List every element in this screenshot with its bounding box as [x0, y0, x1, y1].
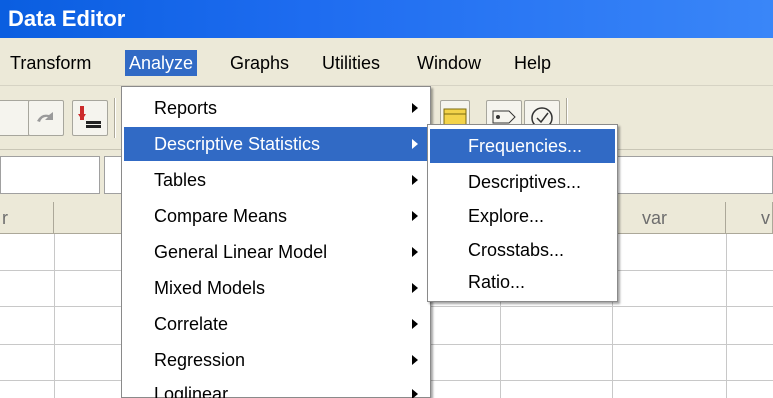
menu-item-label: General Linear Model [154, 242, 328, 262]
title-bar: Data Editor [0, 0, 773, 38]
goto-case-icon [78, 106, 101, 128]
menu-item-label: Reports [154, 98, 218, 118]
menu-item-label: Correlate [154, 314, 229, 334]
menu-item-descriptives[interactable]: Descriptives... [430, 165, 615, 199]
menu-item-compare-means[interactable]: Compare Means [124, 199, 428, 233]
redo-button[interactable] [28, 100, 64, 136]
window-title: Data Editor [8, 6, 126, 31]
submenu-arrow-icon [412, 103, 418, 113]
menu-item-label: Descriptives... [468, 172, 582, 192]
menu-item-label: Crosstabs... [468, 240, 565, 260]
menu-item-label: Tables [154, 170, 207, 190]
menu-item-descriptive-statistics[interactable]: Descriptive Statistics [124, 127, 428, 161]
menu-bar: Transform Analyze Graphs Utilities Windo… [0, 38, 773, 86]
menu-item-general-linear-model[interactable]: General Linear Model [124, 235, 428, 269]
menu-item-reports[interactable]: Reports [124, 91, 428, 125]
toolbar-separator [114, 98, 116, 138]
menu-item-label: Descriptive Statistics [154, 134, 321, 154]
submenu-arrow-icon [412, 389, 418, 398]
menu-item-tables[interactable]: Tables [124, 163, 428, 197]
menu-item-label: Explore... [468, 206, 545, 226]
grid-line [726, 234, 727, 398]
menu-item-explore[interactable]: Explore... [430, 199, 615, 233]
menu-item-regression[interactable]: Regression [124, 343, 428, 377]
submenu-arrow-icon [412, 139, 418, 149]
submenu-arrow-icon [412, 319, 418, 329]
menu-item-loglinear[interactable]: Loglinear [124, 377, 428, 398]
menu-item-frequencies[interactable]: Frequencies... [430, 129, 615, 163]
menu-analyze[interactable]: Analyze [125, 50, 198, 76]
submenu-arrow-icon [412, 211, 418, 221]
column-header[interactable]: v [726, 202, 773, 234]
menu-item-label: Regression [154, 350, 246, 370]
menu-item-label: Mixed Models [154, 278, 266, 298]
menu-item-label: Frequencies... [468, 136, 583, 156]
cell-reference-box[interactable] [0, 156, 100, 194]
menu-help[interactable]: Help [510, 50, 555, 76]
menu-item-ratio[interactable]: Ratio... [430, 265, 615, 299]
submenu-arrow-icon [412, 283, 418, 293]
menu-item-label: Ratio... [468, 272, 526, 292]
column-header[interactable]: var [612, 202, 726, 234]
menu-item-label: Compare Means [154, 206, 288, 226]
grid-line [54, 234, 55, 398]
menu-utilities[interactable]: Utilities [318, 50, 384, 76]
menu-item-mixed-models[interactable]: Mixed Models [124, 271, 428, 305]
redo-icon [37, 112, 53, 122]
menu-item-correlate[interactable]: Correlate [124, 307, 428, 341]
toolbar-partial-button[interactable] [0, 100, 30, 136]
menu-transform[interactable]: Transform [6, 50, 95, 76]
descriptive-statistics-submenu: Frequencies... Descriptives... Explore..… [427, 124, 618, 302]
submenu-arrow-icon [412, 355, 418, 365]
analyze-menu: Reports Descriptive Statistics Tables Co… [121, 86, 431, 398]
goto-case-button[interactable] [72, 100, 108, 136]
submenu-arrow-icon [412, 247, 418, 257]
menu-window[interactable]: Window [413, 50, 485, 76]
menu-item-label: Loglinear [154, 384, 229, 398]
menu-item-crosstabs[interactable]: Crosstabs... [430, 233, 615, 267]
menu-graphs[interactable]: Graphs [226, 50, 293, 76]
column-header[interactable]: r [0, 202, 54, 234]
submenu-arrow-icon [412, 175, 418, 185]
